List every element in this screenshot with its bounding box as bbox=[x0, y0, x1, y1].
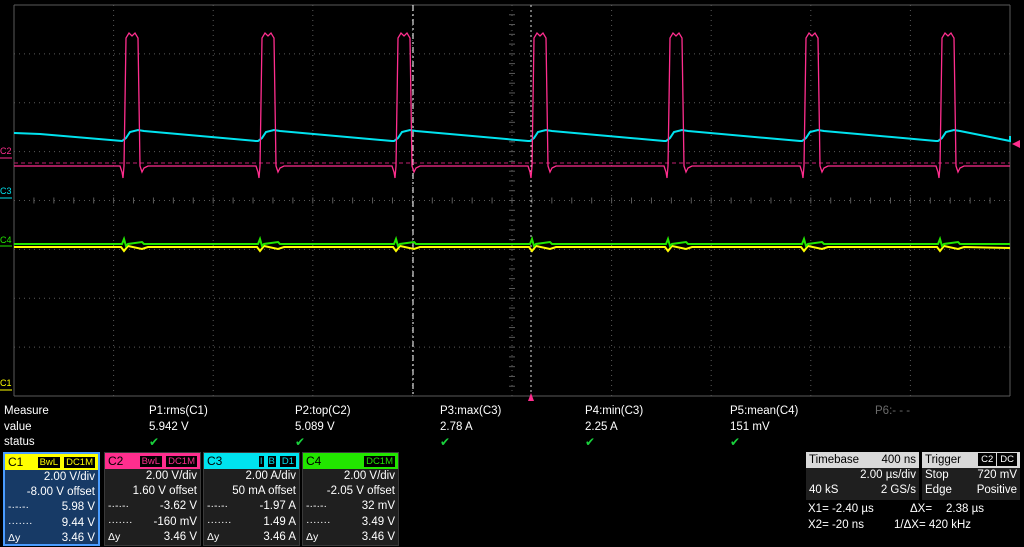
param-p3-name[interactable]: P3:max(C3) bbox=[440, 404, 501, 418]
waveform-display[interactable]: C2 C3 C4 C1 bbox=[0, 0, 1024, 402]
channel-c4-descriptor[interactable]: C4 DC1M 2.00 V/div -2.05 V offset -·-·-·… bbox=[302, 452, 399, 546]
c2-delta-y: 3.46 V bbox=[163, 530, 197, 543]
c3-delta-y: 3.46 A bbox=[263, 530, 296, 543]
trigger-type: Edge bbox=[925, 484, 952, 496]
param-p2-name[interactable]: P2:top(C2) bbox=[295, 404, 351, 418]
c4-cursor1-value: 32 mV bbox=[361, 500, 395, 513]
param-p6-name[interactable]: P6:- - - bbox=[875, 404, 910, 418]
timebase-descriptor[interactable]: Timebase 400 ns 2.00 µs/div 40 kS 2 GS/s bbox=[806, 452, 919, 500]
trigger-label: Trigger bbox=[925, 454, 961, 466]
trigger-coupling-badge: DC bbox=[997, 453, 1017, 466]
cursor-x1-readout: X1= -2.40 µs bbox=[808, 503, 874, 515]
c1-vdiv: 2.00 V/div bbox=[43, 471, 95, 483]
param-p3-value: 2.78 A bbox=[440, 421, 473, 433]
c3-cursor1-value: -1.97 A bbox=[259, 500, 296, 513]
c3-bwl-badge: B bbox=[266, 455, 277, 468]
c4-ground-marker[interactable]: C4 bbox=[0, 235, 12, 245]
c4-vdiv: 2.00 V/div bbox=[343, 470, 395, 482]
timebase-sample-rate: 2 GS/s bbox=[880, 484, 916, 496]
trigger-slope: Positive bbox=[976, 484, 1017, 496]
c4-cursor2-value: 3.49 V bbox=[361, 515, 395, 528]
c4-coupling-badge: DC1M bbox=[363, 455, 396, 468]
c1-offset: -8.00 V offset bbox=[26, 486, 95, 499]
param-p4-status-icon: ✔ bbox=[585, 435, 596, 449]
timebase-samples: 40 kS bbox=[809, 484, 839, 496]
cursor-readout: X1= -2.40 µs ΔX= 2.38 µs X2= -20 ns 1/ΔX… bbox=[808, 501, 1023, 533]
param-p4-value: 2.25 A bbox=[585, 421, 618, 433]
timebase-delay: 400 ns bbox=[881, 454, 916, 466]
c1-coupling-badge: DC1M bbox=[63, 456, 96, 469]
c4-offset: -2.05 V offset bbox=[326, 485, 395, 498]
c2-ground-marker[interactable]: C2 bbox=[0, 146, 12, 156]
c4-delta-y: 3.46 V bbox=[361, 530, 395, 543]
channel-c1-name: C1 bbox=[8, 455, 24, 469]
c3-cursor2-value: 1.49 A bbox=[263, 515, 296, 528]
cursor-delta-x-label: ΔX= bbox=[910, 503, 933, 515]
c2-bwl-badge: BwL bbox=[138, 455, 164, 468]
param-p1-value: 5.942 V bbox=[149, 421, 189, 433]
param-p1-status-icon: ✔ bbox=[149, 435, 160, 449]
channel-c3-name: C3 bbox=[207, 454, 223, 468]
c1-delta-y: 3.46 V bbox=[61, 531, 95, 544]
trigger-source-badge: C2 bbox=[978, 453, 997, 466]
measure-value-label: value bbox=[4, 421, 32, 433]
param-p2-status-icon: ✔ bbox=[295, 435, 306, 449]
timebase-label: Timebase bbox=[809, 454, 860, 466]
trigger-position-marker[interactable] bbox=[528, 393, 534, 401]
timebase-tdiv: 2.00 µs/div bbox=[860, 469, 916, 481]
param-p1-name[interactable]: P1:rms(C1) bbox=[149, 404, 208, 418]
param-p3-status-icon: ✔ bbox=[440, 435, 451, 449]
channel-c1-descriptor[interactable]: C1 BwL DC1M 2.00 V/div -8.00 V offset -·… bbox=[3, 452, 100, 546]
trigger-mode: Stop bbox=[925, 469, 949, 481]
cursor-inverse-delta-x: 1/ΔX= 420 kHz bbox=[894, 519, 972, 531]
param-p2-value: 5.089 V bbox=[295, 421, 335, 433]
cursor-delta-x-value: 2.38 µs bbox=[946, 503, 984, 515]
graticule bbox=[13, 4, 1011, 397]
param-p5-name[interactable]: P5:mean(C4) bbox=[730, 404, 798, 418]
channel-c2-descriptor[interactable]: C2 BwL DC1M 2.00 V/div 1.60 V offset -·-… bbox=[104, 452, 201, 546]
c3-coupling-badge: D1 bbox=[278, 455, 297, 468]
c3-vdiv: 2.00 A/div bbox=[245, 470, 296, 482]
c1-cursor1-value: 5.98 V bbox=[61, 501, 95, 514]
trigger-descriptor[interactable]: Trigger C2 DC Stop 720 mV Edge Positive bbox=[922, 452, 1020, 500]
c1-bwl-badge: BwL bbox=[36, 456, 62, 469]
param-p5-status-icon: ✔ bbox=[730, 435, 741, 449]
c3-offset: 50 mA offset bbox=[232, 485, 296, 498]
c2-offset: 1.60 V offset bbox=[132, 485, 197, 498]
measure-table: Measure value status P1:rms(C1) 5.942 V … bbox=[0, 403, 1024, 451]
channel-c2-name: C2 bbox=[108, 454, 124, 468]
c1-ground-marker[interactable]: C1 bbox=[0, 378, 12, 388]
channel-c4-name: C4 bbox=[306, 454, 322, 468]
c2-coupling-badge: DC1M bbox=[165, 455, 198, 468]
channel-c3-descriptor[interactable]: C3 I B D1 2.00 A/div 50 mA offset -·-·-·… bbox=[203, 452, 300, 546]
c2-vdiv: 2.00 V/div bbox=[145, 470, 197, 482]
measure-header-label: Measure bbox=[4, 405, 49, 417]
param-p5-value: 151 mV bbox=[730, 421, 770, 433]
measure-status-label: status bbox=[4, 436, 35, 448]
c1-cursor2-value: 9.44 V bbox=[61, 516, 95, 529]
c2-cursor2-value: -160 mV bbox=[153, 515, 197, 528]
trigger-level-marker[interactable] bbox=[1012, 140, 1020, 148]
c2-cursor1-value: -3.62 V bbox=[159, 500, 197, 513]
trigger-level: 720 mV bbox=[977, 469, 1017, 481]
param-p4-name[interactable]: P4:min(C3) bbox=[585, 404, 643, 418]
c3-ground-marker[interactable]: C3 bbox=[0, 186, 12, 196]
cursor-x2-readout: X2= -20 ns bbox=[808, 519, 864, 531]
c3-current-probe-badge: I bbox=[257, 455, 265, 468]
